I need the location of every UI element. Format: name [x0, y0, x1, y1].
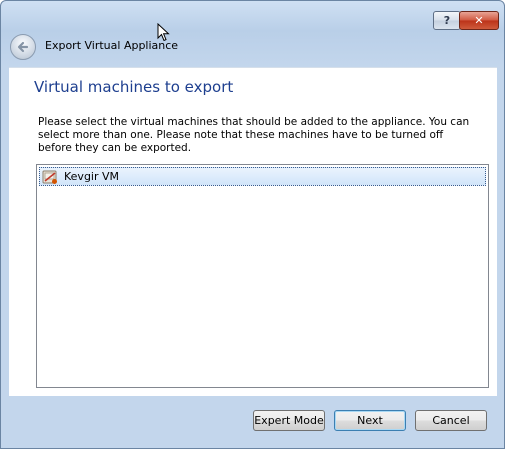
help-button[interactable]: ? — [433, 11, 461, 30]
next-button[interactable]: Next — [334, 410, 406, 431]
page-title: Virtual machines to export — [34, 78, 234, 96]
export-wizard-window: ? ✕ Export Virtual Appliance Virtual mac… — [0, 0, 505, 449]
back-arrow-icon — [17, 41, 29, 53]
virtualbox-vm-icon — [42, 170, 57, 184]
close-button[interactable]: ✕ — [459, 11, 499, 30]
wizard-page: Virtual machines to export Please select… — [9, 67, 497, 396]
cancel-button[interactable]: Cancel — [415, 410, 487, 431]
page-description: Please select the virtual machines that … — [38, 116, 470, 154]
button-bar: Expert Mode Next Cancel — [1, 396, 504, 448]
vm-name: Kevgir VM — [64, 170, 120, 183]
vm-list-item[interactable]: Kevgir VM — [39, 167, 486, 186]
back-button[interactable] — [10, 34, 36, 60]
mouse-cursor-icon — [157, 23, 170, 42]
close-icon: ✕ — [474, 14, 484, 27]
help-icon: ? — [443, 14, 451, 27]
expert-mode-button[interactable]: Expert Mode — [253, 410, 325, 431]
title-bar: ? ✕ — [1, 1, 504, 31]
wizard-header: Export Virtual Appliance — [1, 31, 504, 67]
vm-list[interactable]: Kevgir VM — [36, 164, 489, 388]
